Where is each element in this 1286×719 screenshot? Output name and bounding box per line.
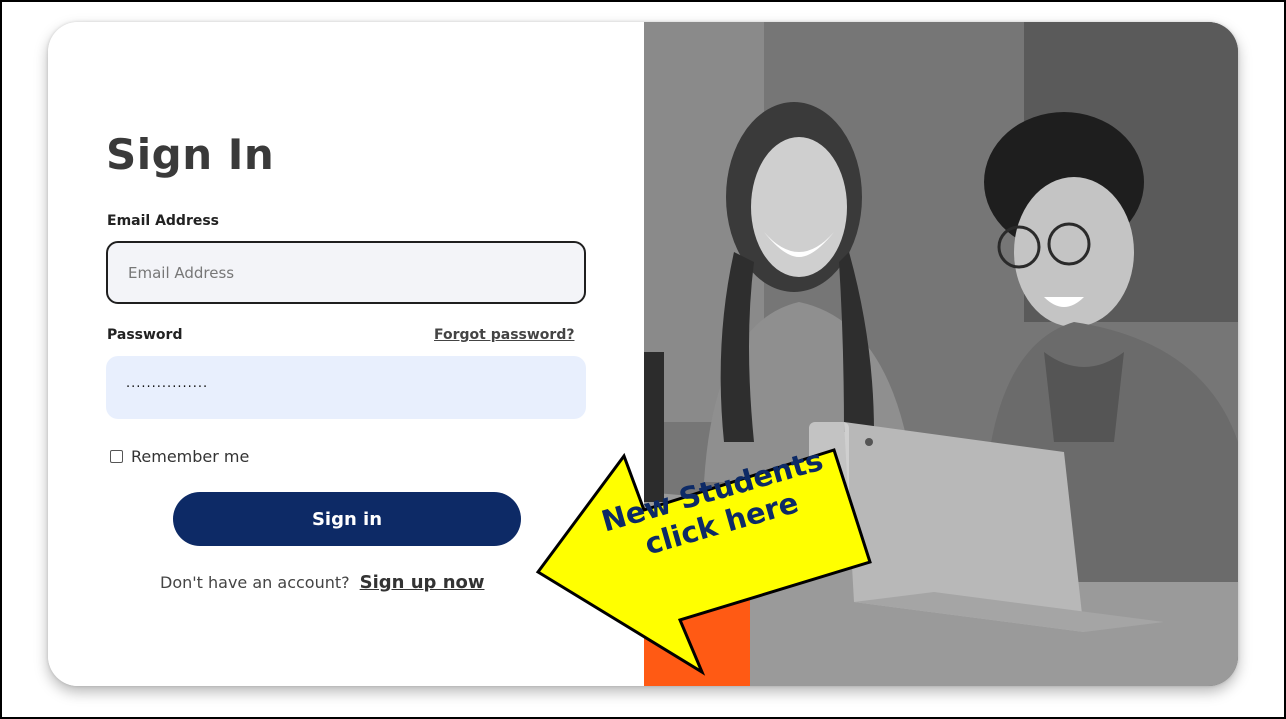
new-students-callout[interactable]: New Students click here <box>534 443 894 676</box>
email-field[interactable] <box>106 241 586 304</box>
remember-me-checkbox[interactable] <box>110 450 123 463</box>
signin-button[interactable]: Sign in <box>173 492 521 546</box>
forgot-password-link[interactable]: Forgot password? <box>434 327 574 343</box>
signup-link[interactable]: Sign up now <box>360 572 485 593</box>
remember-me-label: Remember me <box>131 447 250 466</box>
remember-me[interactable]: Remember me <box>110 447 249 466</box>
signup-row: Don't have an account? Sign up now <box>160 572 485 593</box>
no-account-prompt: Don't have an account? <box>160 573 350 592</box>
email-label: Email Address <box>107 213 220 229</box>
password-value: ················ <box>126 380 209 395</box>
page-title: Sign In <box>106 130 275 179</box>
password-label: Password <box>107 327 183 343</box>
password-field[interactable]: ················ <box>106 356 586 419</box>
